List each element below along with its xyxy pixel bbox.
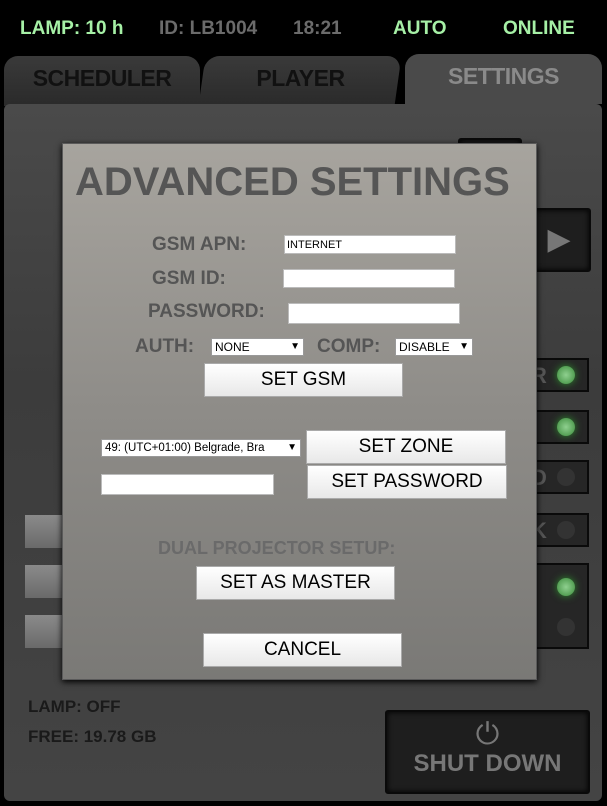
dropdown-arrow-icon: ▼: [459, 341, 469, 352]
left-button-2[interactable]: [25, 565, 65, 598]
timezone-select[interactable]: 49: (UTC+01:00) Belgrade, Bra ▼: [101, 439, 301, 457]
set-zone-button[interactable]: SET ZONE: [306, 430, 506, 464]
led-on-icon: [557, 418, 575, 436]
gsm-apn-input[interactable]: INTERNET: [284, 235, 456, 254]
gsm-id-input[interactable]: [283, 269, 455, 288]
led-off-icon: [557, 618, 575, 636]
lamp-state: LAMP: OFF: [28, 697, 121, 716]
clock: 18:21: [293, 18, 342, 39]
admin-password-input[interactable]: [101, 474, 274, 495]
shutdown-label: SHUT DOWN: [413, 750, 562, 777]
password-label: PASSWORD:: [148, 301, 265, 322]
set-as-master-button[interactable]: SET AS MASTER: [196, 566, 395, 600]
power-icon: ⏻: [475, 718, 500, 751]
cancel-button[interactable]: CANCEL: [203, 633, 402, 667]
tab-player[interactable]: PLAYER: [198, 56, 402, 106]
free-space: FREE: 19.78 GB: [28, 727, 157, 746]
auth-label: AUTH:: [135, 336, 195, 357]
auth-select[interactable]: NONE ▼: [211, 338, 304, 356]
dropdown-arrow-icon: ▼: [290, 341, 300, 352]
connection-status: ONLINE: [503, 18, 575, 39]
led-off-icon: [557, 468, 575, 486]
left-button-1[interactable]: [25, 515, 65, 548]
comp-label: COMP:: [317, 336, 381, 357]
comp-select[interactable]: DISABLE ▼: [395, 338, 473, 356]
set-gsm-button[interactable]: SET GSM: [204, 363, 403, 397]
led-off-icon: [557, 521, 575, 539]
gsm-id-label: GSM ID:: [152, 268, 226, 289]
dialog-title: ADVANCED SETTINGS: [75, 160, 510, 204]
led-on-icon: [557, 366, 575, 384]
gsm-apn-label: GSM APN:: [152, 234, 247, 255]
tab-player-label: PLAYER: [256, 65, 345, 91]
tab-scheduler[interactable]: SCHEDULER: [4, 56, 200, 106]
led-on-icon: [557, 578, 575, 596]
mode-status: AUTO: [393, 18, 447, 39]
left-button-3[interactable]: [25, 615, 65, 648]
auth-value: NONE: [215, 340, 250, 354]
comp-value: DISABLE: [399, 340, 450, 354]
lamp-hours: LAMP: 10 h: [20, 18, 124, 39]
tab-settings[interactable]: SETTINGS: [405, 54, 602, 104]
dropdown-arrow-icon: ▼: [285, 441, 297, 455]
dual-projector-label: DUAL PROJECTOR SETUP:: [158, 538, 396, 558]
timezone-value: 49: (UTC+01:00) Belgrade, Bra: [105, 442, 265, 454]
play-icon: ▶: [547, 223, 571, 256]
device-id: ID: LB1004: [159, 18, 258, 39]
shutdown-button[interactable]: ⏻ SHUT DOWN: [385, 710, 590, 794]
password-input[interactable]: [288, 303, 460, 324]
advanced-settings-dialog: ADVANCED SETTINGS GSM APN: INTERNET GSM …: [62, 143, 537, 680]
set-password-button[interactable]: SET PASSWORD: [307, 465, 507, 499]
